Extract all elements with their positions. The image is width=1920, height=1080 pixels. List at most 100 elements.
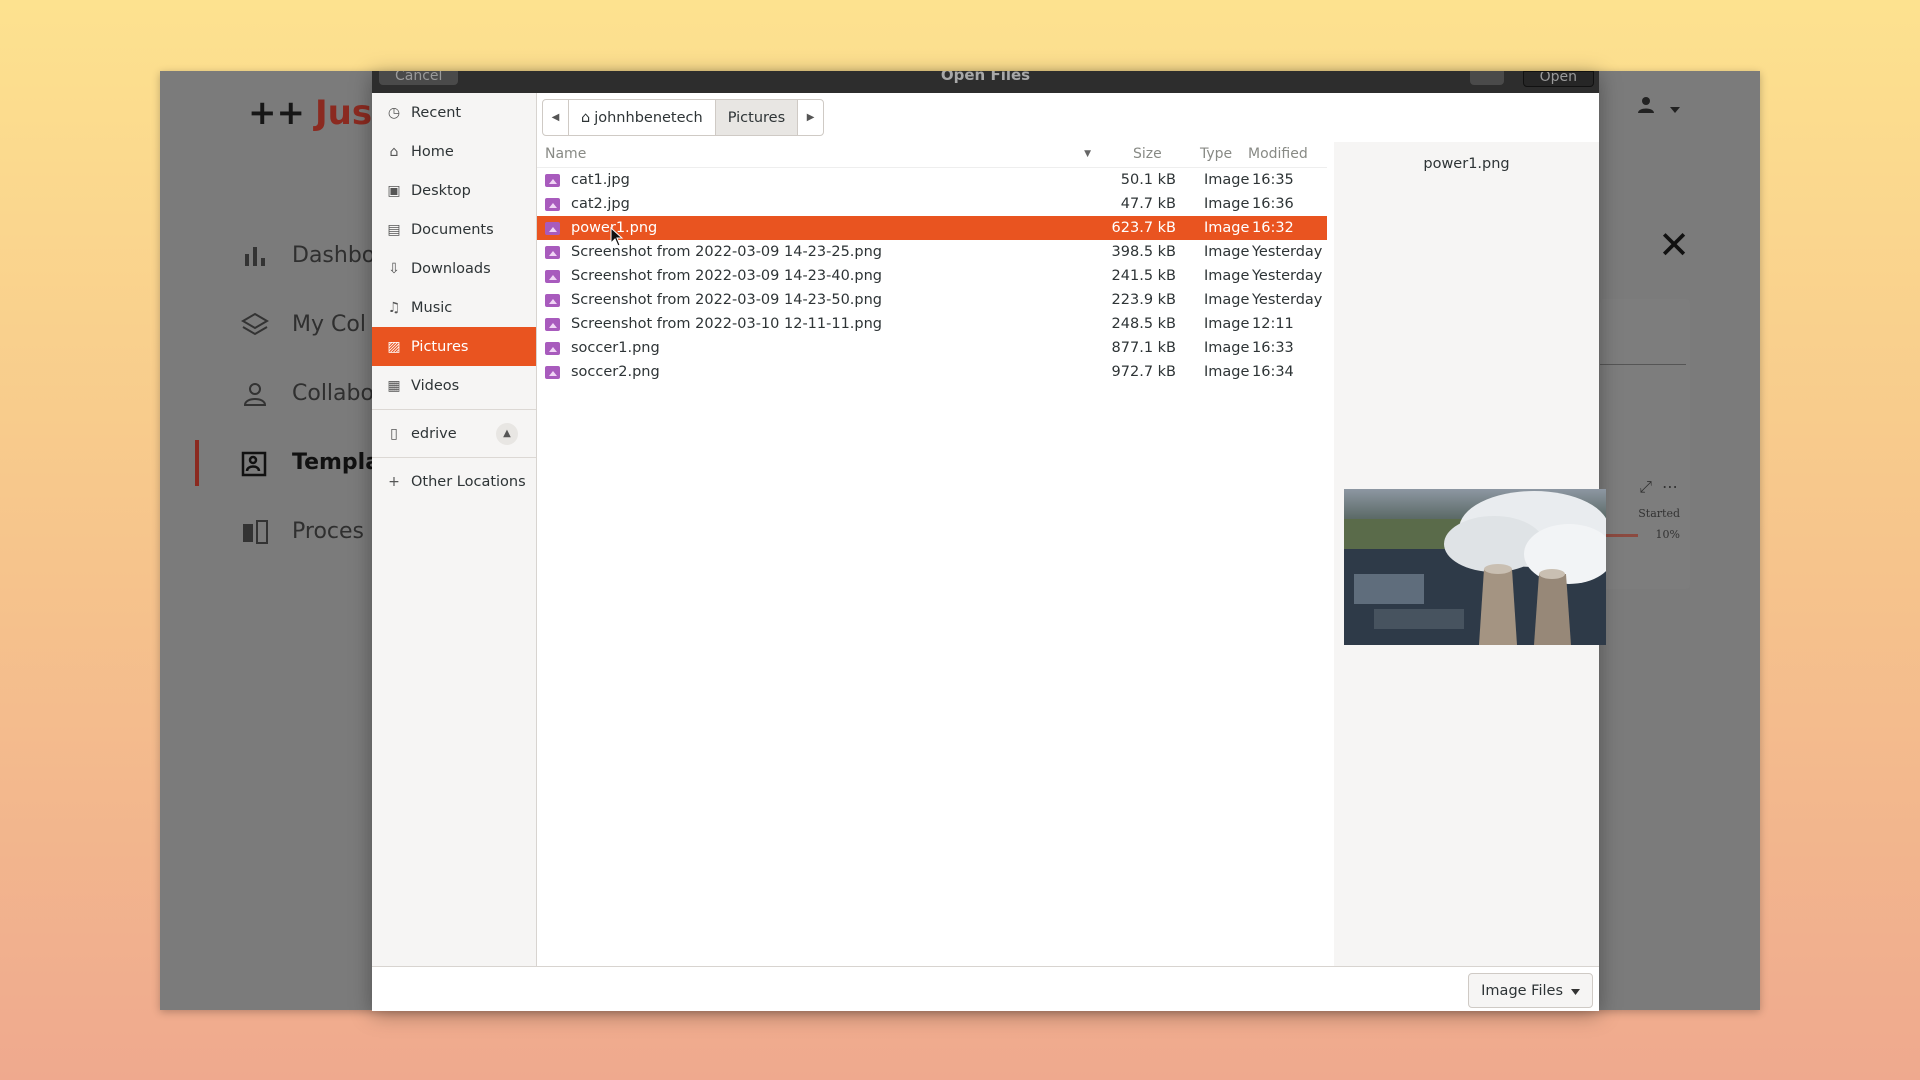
sidebar-item-other-locations[interactable]: + Other Locations [372, 462, 536, 501]
image-file-icon [545, 317, 560, 331]
eject-icon[interactable]: ▲ [496, 422, 518, 445]
file-modified: 12:11 [1252, 316, 1294, 332]
file-type: Image [1204, 340, 1250, 356]
dialog-headerbar: Cancel Open Files Open [372, 71, 1599, 93]
file-list-header: Name ▼ Size Type Modified [537, 141, 1327, 168]
file-name: cat1.jpg [571, 172, 630, 188]
path-segment-home[interactable]: ⌂ johnhbenetech [569, 100, 716, 135]
file-row[interactable]: Screenshot from 2022-03-09 14-23-50.png … [537, 288, 1327, 312]
file-size: 398.5 kB [1111, 244, 1176, 260]
card-status: Started [1638, 507, 1680, 520]
file-type: Image [1204, 244, 1250, 260]
sidebar-item-music[interactable]: ♫ Music [372, 288, 536, 327]
open-button[interactable]: Open [1522, 71, 1594, 87]
nav-item-dashboard[interactable]: Dashbo [240, 221, 380, 290]
file-name-cell: cat2.jpg [537, 196, 1103, 212]
card-progress-label: 10% [1655, 528, 1680, 541]
column-name[interactable]: Name ▼ [537, 146, 1103, 162]
sidebar-item-label: Recent [411, 104, 462, 121]
path-bar: ◀ ⌂ johnhbenetech Pictures ▶ [542, 99, 825, 136]
path-back-icon[interactable]: ◀ [543, 100, 569, 135]
file-size: 972.7 kB [1111, 364, 1176, 380]
file-name: Screenshot from 2022-03-09 14-23-50.png [571, 292, 883, 308]
file-row-selected[interactable]: power1.png 623.7 kB Image 16:32 [537, 216, 1327, 240]
user-menu[interactable] [1636, 95, 1680, 119]
desktop-icon: ▣ [387, 182, 401, 199]
image-file-icon [545, 245, 560, 259]
more-icon[interactable]: ⋯ [1662, 477, 1678, 497]
image-file-icon [545, 341, 560, 355]
file-row[interactable]: Screenshot from 2022-03-09 14-23-40.png … [537, 264, 1327, 288]
sidebar-item-home[interactable]: ⌂ Home [372, 132, 536, 171]
dialog-title: Open Files [940, 71, 1031, 84]
sidebar-item-pictures[interactable]: ▨ Pictures [372, 327, 536, 366]
divider [372, 409, 536, 410]
file-modified: 16:33 [1252, 340, 1294, 356]
nav-item-my-collections[interactable]: My Col [240, 290, 380, 359]
sidebar-item-downloads[interactable]: ⇩ Downloads [372, 249, 536, 288]
nav-item-collaborators[interactable]: Collabo [240, 359, 380, 428]
image-file-icon [545, 173, 560, 187]
caret-down-icon [1670, 98, 1680, 117]
file-row[interactable]: Screenshot from 2022-03-10 12-11-11.png … [537, 312, 1327, 336]
file-size: 50.1 kB [1120, 172, 1176, 188]
expand-icon[interactable]: ⤢ [1639, 477, 1652, 497]
logo-plus: ++ [248, 93, 305, 133]
person-icon [240, 379, 270, 409]
column-modified[interactable]: Modified [1245, 146, 1327, 162]
template-icon [240, 448, 270, 478]
file-type: Image [1204, 172, 1250, 188]
sidebar-item-label: Home [411, 143, 454, 160]
divider [372, 457, 536, 458]
close-icon[interactable]: ✕ [1658, 226, 1690, 264]
sidebar-item-videos[interactable]: ▦ Videos [372, 366, 536, 405]
file-row[interactable]: soccer2.png 972.7 kB Image 16:34 [537, 360, 1327, 384]
image-file-icon [545, 197, 560, 211]
file-rows: cat1.jpg 50.1 kB Image 16:35 cat2.jpg 47… [537, 168, 1327, 384]
file-row[interactable]: cat1.jpg 50.1 kB Image 16:35 [537, 168, 1327, 192]
sidebar-item-label: Desktop [411, 182, 471, 199]
places-sidebar: ◷ Recent ⌂ Home ▣ Desktop ▤ Documents ⇩ … [372, 93, 537, 966]
sort-descending-icon: ▼ [1084, 149, 1091, 159]
file-name-cell: Screenshot from 2022-03-10 12-11-11.png [537, 316, 1103, 332]
path-forward-icon[interactable]: ▶ [798, 100, 823, 135]
file-name: soccer1.png [571, 340, 660, 356]
sidebar-item-label: Documents [411, 221, 494, 238]
filter-label: Image Files [1481, 982, 1563, 999]
home-icon: ⌂ [389, 143, 399, 160]
sidebar-item-desktop[interactable]: ▣ Desktop [372, 171, 536, 210]
sidebar-item-documents[interactable]: ▤ Documents [372, 210, 536, 249]
file-modified: 16:35 [1252, 172, 1294, 188]
file-size: 47.7 kB [1120, 196, 1176, 212]
sidebar-item-label: edrive [411, 425, 457, 442]
file-list: Name ▼ Size Type Modified cat1.jpg 50.1 … [537, 141, 1327, 384]
file-size: 241.5 kB [1111, 268, 1176, 284]
file-type: Image [1204, 364, 1250, 380]
file-size: 877.1 kB [1111, 340, 1176, 356]
preview-pane: power1.png [1334, 142, 1606, 966]
column-size[interactable]: Size [1103, 146, 1186, 162]
nav-label: Collabo [292, 381, 374, 406]
sidebar-item-recent[interactable]: ◷ Recent [372, 93, 536, 132]
file-row[interactable]: cat2.jpg 47.7 kB Image 16:36 [537, 192, 1327, 216]
mouse-cursor-icon [610, 226, 624, 251]
sidebar-item-label: Pictures [411, 338, 469, 355]
file-type: Image [1204, 220, 1250, 236]
file-row[interactable]: soccer1.png 877.1 kB Image 16:33 [537, 336, 1327, 360]
search-icon[interactable] [1470, 71, 1504, 85]
sidebar-item-label: Other Locations [411, 473, 526, 490]
file-row[interactable]: Screenshot from 2022-03-09 14-23-25.png … [537, 240, 1327, 264]
file-modified: 16:32 [1252, 220, 1294, 236]
app-nav: Dashbo My Col Collabo Templa Proces [194, 221, 380, 566]
file-name-cell: soccer1.png [537, 340, 1103, 356]
file-modified: Yesterday [1252, 268, 1323, 284]
column-type[interactable]: Type [1186, 146, 1245, 162]
nav-item-processes[interactable]: Proces [240, 497, 380, 566]
file-type: Image [1204, 316, 1250, 332]
nav-item-templates[interactable]: Templa [194, 428, 380, 497]
path-segment-pictures[interactable]: Pictures [715, 100, 799, 135]
template-card: ⤢ ⋯ Started 10% [1593, 299, 1690, 589]
image-file-icon [545, 293, 560, 307]
file-filter-dropdown[interactable]: Image Files [1468, 973, 1593, 1008]
sidebar-item-edrive[interactable]: ▯ edrive ▲ [372, 414, 536, 453]
